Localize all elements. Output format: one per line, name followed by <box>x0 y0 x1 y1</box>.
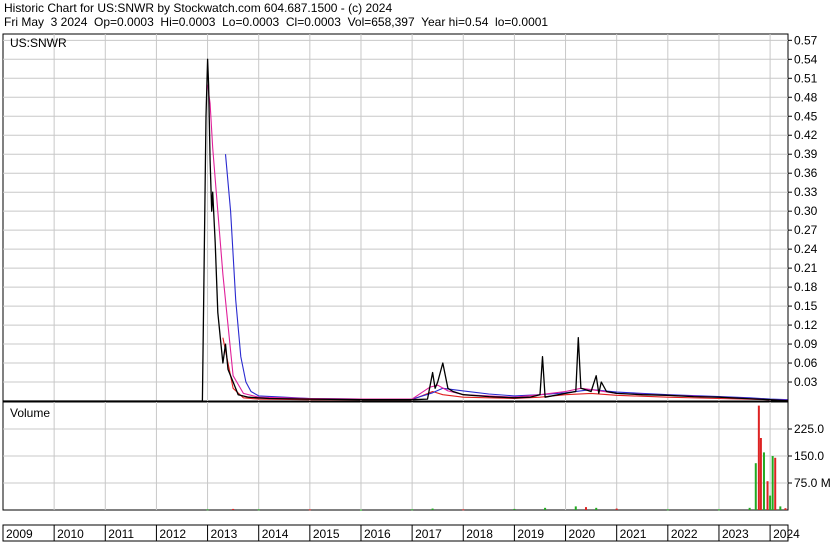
x-tick-label: 2009 <box>6 527 33 541</box>
volume-tick-label: 75.0 M <box>794 476 830 490</box>
symbol-label: US:SNWR <box>10 36 67 50</box>
volume-bar <box>759 438 762 510</box>
volume-bar <box>462 509 465 511</box>
volume-tick-label: 150.0 <box>794 449 824 463</box>
volume-bar <box>595 507 598 510</box>
y-tick-label: 0.09 <box>794 337 818 351</box>
y-tick-label: 0.03 <box>794 375 818 389</box>
volume-bar <box>717 509 720 511</box>
y-tick-label: 0.36 <box>794 166 818 180</box>
volume-bar <box>769 495 772 510</box>
y-tick-label: 0.45 <box>794 109 818 123</box>
volume-bar <box>513 508 516 510</box>
volume-bar <box>257 509 260 511</box>
y-tick-label: 0.06 <box>794 356 818 370</box>
volume-bar <box>206 509 209 511</box>
volume-label: Volume <box>10 406 50 420</box>
y-tick-label: 0.12 <box>794 318 818 332</box>
y-tick-label: 0.24 <box>794 242 818 256</box>
volume-bar <box>431 508 434 510</box>
x-tick-label: 2019 <box>517 527 544 541</box>
volume-tick-label: 225.0 <box>794 422 824 436</box>
y-tick-label: 0.33 <box>794 185 818 199</box>
volume-bar <box>757 405 760 510</box>
volume-bar <box>574 506 577 510</box>
volume-bar <box>762 452 765 510</box>
x-tick-label: 2014 <box>262 527 289 541</box>
volume-bar <box>666 509 669 511</box>
x-tick-label: 2012 <box>159 527 186 541</box>
y-tick-label: 0.18 <box>794 280 818 294</box>
y-tick-label: 0.15 <box>794 299 818 313</box>
x-tick-label: 2010 <box>57 527 84 541</box>
volume-bar <box>584 507 587 510</box>
y-tick-label: 0.27 <box>794 223 818 237</box>
y-tick-label: 0.57 <box>794 33 818 47</box>
x-tick-label: 2018 <box>466 527 493 541</box>
price-panel <box>2 33 789 402</box>
x-tick-label: 2021 <box>620 527 647 541</box>
volume-bar <box>359 509 362 511</box>
x-tick-label: 2011 <box>108 527 134 541</box>
y-tick-label: 0.54 <box>794 52 818 66</box>
y-tick-label: 0.51 <box>794 71 818 85</box>
x-tick-label: 2020 <box>569 527 596 541</box>
volume-bar <box>784 508 787 510</box>
y-tick-label: 0.39 <box>794 147 818 161</box>
volume-bar <box>748 507 751 510</box>
y-tick-label: 0.48 <box>794 90 818 104</box>
stock-chart: 2009 2010 2011 2012 2013 2014 2015 2016 2017 2018… <box>2 33 830 542</box>
y-tick-label: 0.21 <box>794 261 818 275</box>
x-tick-label: 2016 <box>364 527 391 541</box>
volume-bar <box>779 506 782 510</box>
volume-bar <box>615 508 618 510</box>
volume-bar <box>232 508 235 510</box>
x-tick-label: 2022 <box>671 527 698 541</box>
x-tick-label: 2015 <box>313 527 340 541</box>
y-tick-label: 0.30 <box>794 204 818 218</box>
x-tick-label: 2024 <box>773 527 800 541</box>
x-tick-label: 2017 <box>415 527 442 541</box>
volume-bar <box>766 481 769 510</box>
volume-bar <box>544 507 547 510</box>
y-tick-label: 0.42 <box>794 128 818 142</box>
volume-bar <box>774 457 777 510</box>
volume-bar <box>308 509 311 511</box>
x-tick-label: 2023 <box>722 527 749 541</box>
x-tick-label: 2013 <box>211 527 238 541</box>
volume-bar <box>754 463 757 510</box>
volume-bar <box>771 456 774 510</box>
volume-bar <box>411 509 414 511</box>
